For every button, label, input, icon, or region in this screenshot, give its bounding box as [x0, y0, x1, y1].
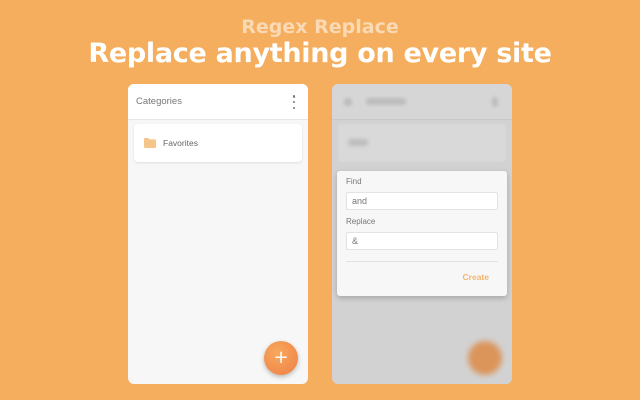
add-category-button[interactable]: +: [264, 341, 298, 375]
replace-input[interactable]: [346, 232, 498, 250]
blurred-list-item: [338, 124, 506, 162]
blurred-header: [332, 84, 512, 120]
dialog-divider: [346, 261, 498, 262]
more-vertical-icon[interactable]: [290, 95, 298, 109]
folder-icon: [144, 138, 156, 148]
replace-label: Replace: [346, 217, 376, 226]
category-label: Favorites: [163, 138, 198, 148]
create-rule-screen: Find Replace Create: [332, 84, 512, 384]
blurred-add-button: [468, 341, 502, 375]
find-label: Find: [346, 177, 362, 186]
categories-screen: Categories Favorites +: [128, 84, 308, 384]
promo-title: Replace anything on every site: [88, 38, 552, 69]
app-header: Categories: [128, 84, 308, 120]
create-button[interactable]: Create: [463, 272, 489, 282]
promo-subtitle: Regex Replace: [241, 16, 399, 38]
replace-rule-dialog: Find Replace Create: [337, 171, 507, 296]
category-item-favorites[interactable]: Favorites: [134, 124, 302, 162]
header-title: Categories: [136, 96, 182, 107]
find-input[interactable]: [346, 192, 498, 210]
